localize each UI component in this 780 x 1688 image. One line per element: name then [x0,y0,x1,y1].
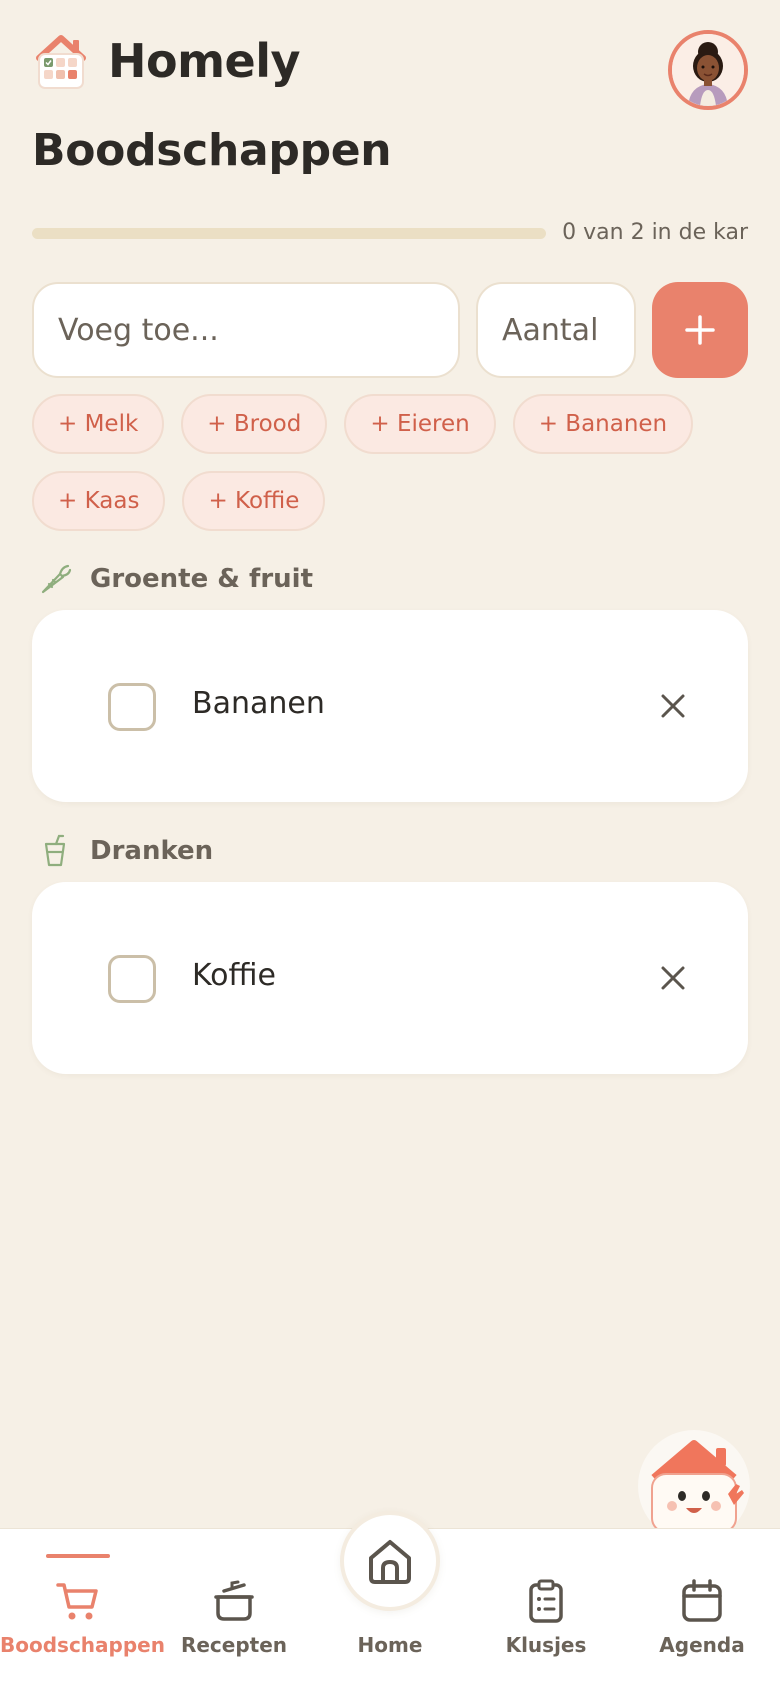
app-title: Homely [108,34,300,88]
cart-progress-text: 0 van 2 in de kar [562,220,748,245]
quick-add-chip-melk[interactable]: + Melk [32,394,165,454]
carrot-icon [41,564,72,594]
nav-item-home[interactable]: Home [312,1511,468,1688]
bottom-nav: Boodschappen Recepten Home Klusjes Agend… [0,1511,780,1688]
add-item-button[interactable] [652,282,748,378]
pot-icon [214,1580,254,1621]
remove-item-button[interactable] [656,689,690,723]
quick-add-chip-eieren[interactable]: + Eieren [344,394,496,454]
category-label: Dranken [90,836,214,866]
cart-icon [56,1583,98,1620]
nav-label: Recepten [180,1633,288,1657]
close-icon [661,966,685,990]
close-icon [661,694,685,718]
nav-label: Agenda [659,1633,745,1657]
list-item: Koffie [32,882,748,1074]
item-checkbox[interactable] [108,683,156,731]
nav-label: Home [357,1633,423,1657]
category-header-groente-fruit: Groente & fruit [38,562,313,596]
plus-icon [685,315,715,345]
home-icon [369,1540,411,1584]
cup-icon [44,834,66,867]
category-header-dranken: Dranken [38,834,213,868]
nav-label: Boodschappen [0,1633,165,1657]
nav-item-agenda[interactable]: Agenda [624,1529,780,1688]
avatar[interactable] [668,30,748,110]
house-mascot-icon [651,1440,744,1533]
avatar-image [672,34,744,106]
list-item: Bananen [32,610,748,802]
cart-progress-bar [32,228,546,239]
item-name: Bananen [192,686,325,721]
quick-add-chip-brood[interactable]: + Brood [181,394,328,454]
calendar-icon [682,1579,722,1622]
add-item-input[interactable] [32,282,460,378]
quick-add-chip-koffie[interactable]: + Koffie [182,471,326,531]
house-logo-icon [36,35,86,89]
nav-active-indicator [46,1554,110,1558]
quick-add-chip-kaas[interactable]: + Kaas [32,471,166,531]
item-checkbox[interactable] [108,955,156,1003]
quick-add-chip-bananen[interactable]: + Bananen [512,394,694,454]
page-title: Boodschappen [32,125,392,176]
mascot-assistant-button[interactable] [638,1430,750,1542]
quantity-input[interactable] [476,282,636,378]
clipboard-icon [529,1579,563,1623]
home-bubble [340,1511,440,1611]
nav-item-klusjes[interactable]: Klusjes [468,1529,624,1688]
header: Homely [33,30,748,110]
item-name: Koffie [192,958,276,993]
app-root: Homely Boodschappen 0 van 2 in de kar Vo… [0,0,780,1688]
remove-item-button[interactable] [656,961,690,995]
quick-add-chips: + Melk + Brood + Eieren + Bananen + Kaas… [32,394,748,531]
nav-label: Klusjes [505,1633,587,1657]
category-label: Groente & fruit [90,564,313,594]
nav-item-recepten[interactable]: Recepten [156,1529,312,1688]
nav-item-boodschappen[interactable]: Boodschappen [0,1529,165,1688]
